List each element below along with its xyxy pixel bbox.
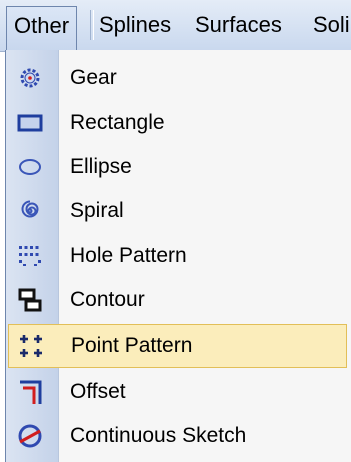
menu-item-hole-pattern[interactable]: Hole Pattern <box>6 234 346 278</box>
menu-item-label: Gear <box>70 66 117 89</box>
menu-item-contour[interactable]: Contour <box>6 278 346 322</box>
offset-icon <box>17 379 43 405</box>
menu-surfaces[interactable]: Surfaces <box>188 6 289 44</box>
other-dropdown-menu: Gear Rectangle Ellipse Spiral Hole Patte… <box>5 50 351 462</box>
spiral-icon <box>17 198 43 224</box>
menu-item-label: Continuous Sketch <box>70 424 247 447</box>
ellipse-icon <box>17 154 43 180</box>
menu-splines[interactable]: Splines <box>92 6 178 44</box>
menu-item-label: Contour <box>70 288 145 311</box>
hole-pattern-icon <box>17 243 43 269</box>
menu-item-point-pattern[interactable]: Point Pattern <box>8 324 347 368</box>
menu-item-label: Hole Pattern <box>70 244 187 267</box>
menu-bar: Other Splines Surfaces Soli <box>0 0 351 52</box>
menu-item-spiral[interactable]: Spiral <box>6 189 346 233</box>
menu-item-label: Offset <box>70 380 126 403</box>
rectangle-icon <box>17 110 43 136</box>
menu-item-ellipse[interactable]: Ellipse <box>6 145 346 189</box>
menu-item-label: Point Pattern <box>71 334 193 357</box>
menu-item-rectangle[interactable]: Rectangle <box>6 101 346 145</box>
menu-solids[interactable]: Soli <box>306 6 351 44</box>
point-pattern-icon <box>18 333 44 359</box>
menu-item-continuous-sketch[interactable]: Continuous Sketch <box>6 414 346 458</box>
menu-item-label: Spiral <box>70 199 124 222</box>
continuous-sketch-icon <box>17 423 43 449</box>
gear-icon <box>17 65 43 91</box>
menu-other[interactable]: Other <box>6 6 78 50</box>
contour-icon <box>17 287 43 313</box>
menu-item-gear[interactable]: Gear <box>6 56 346 100</box>
menu-item-offset[interactable]: Offset <box>6 370 346 414</box>
menu-item-label: Rectangle <box>70 111 165 134</box>
menu-item-label: Ellipse <box>70 155 132 178</box>
